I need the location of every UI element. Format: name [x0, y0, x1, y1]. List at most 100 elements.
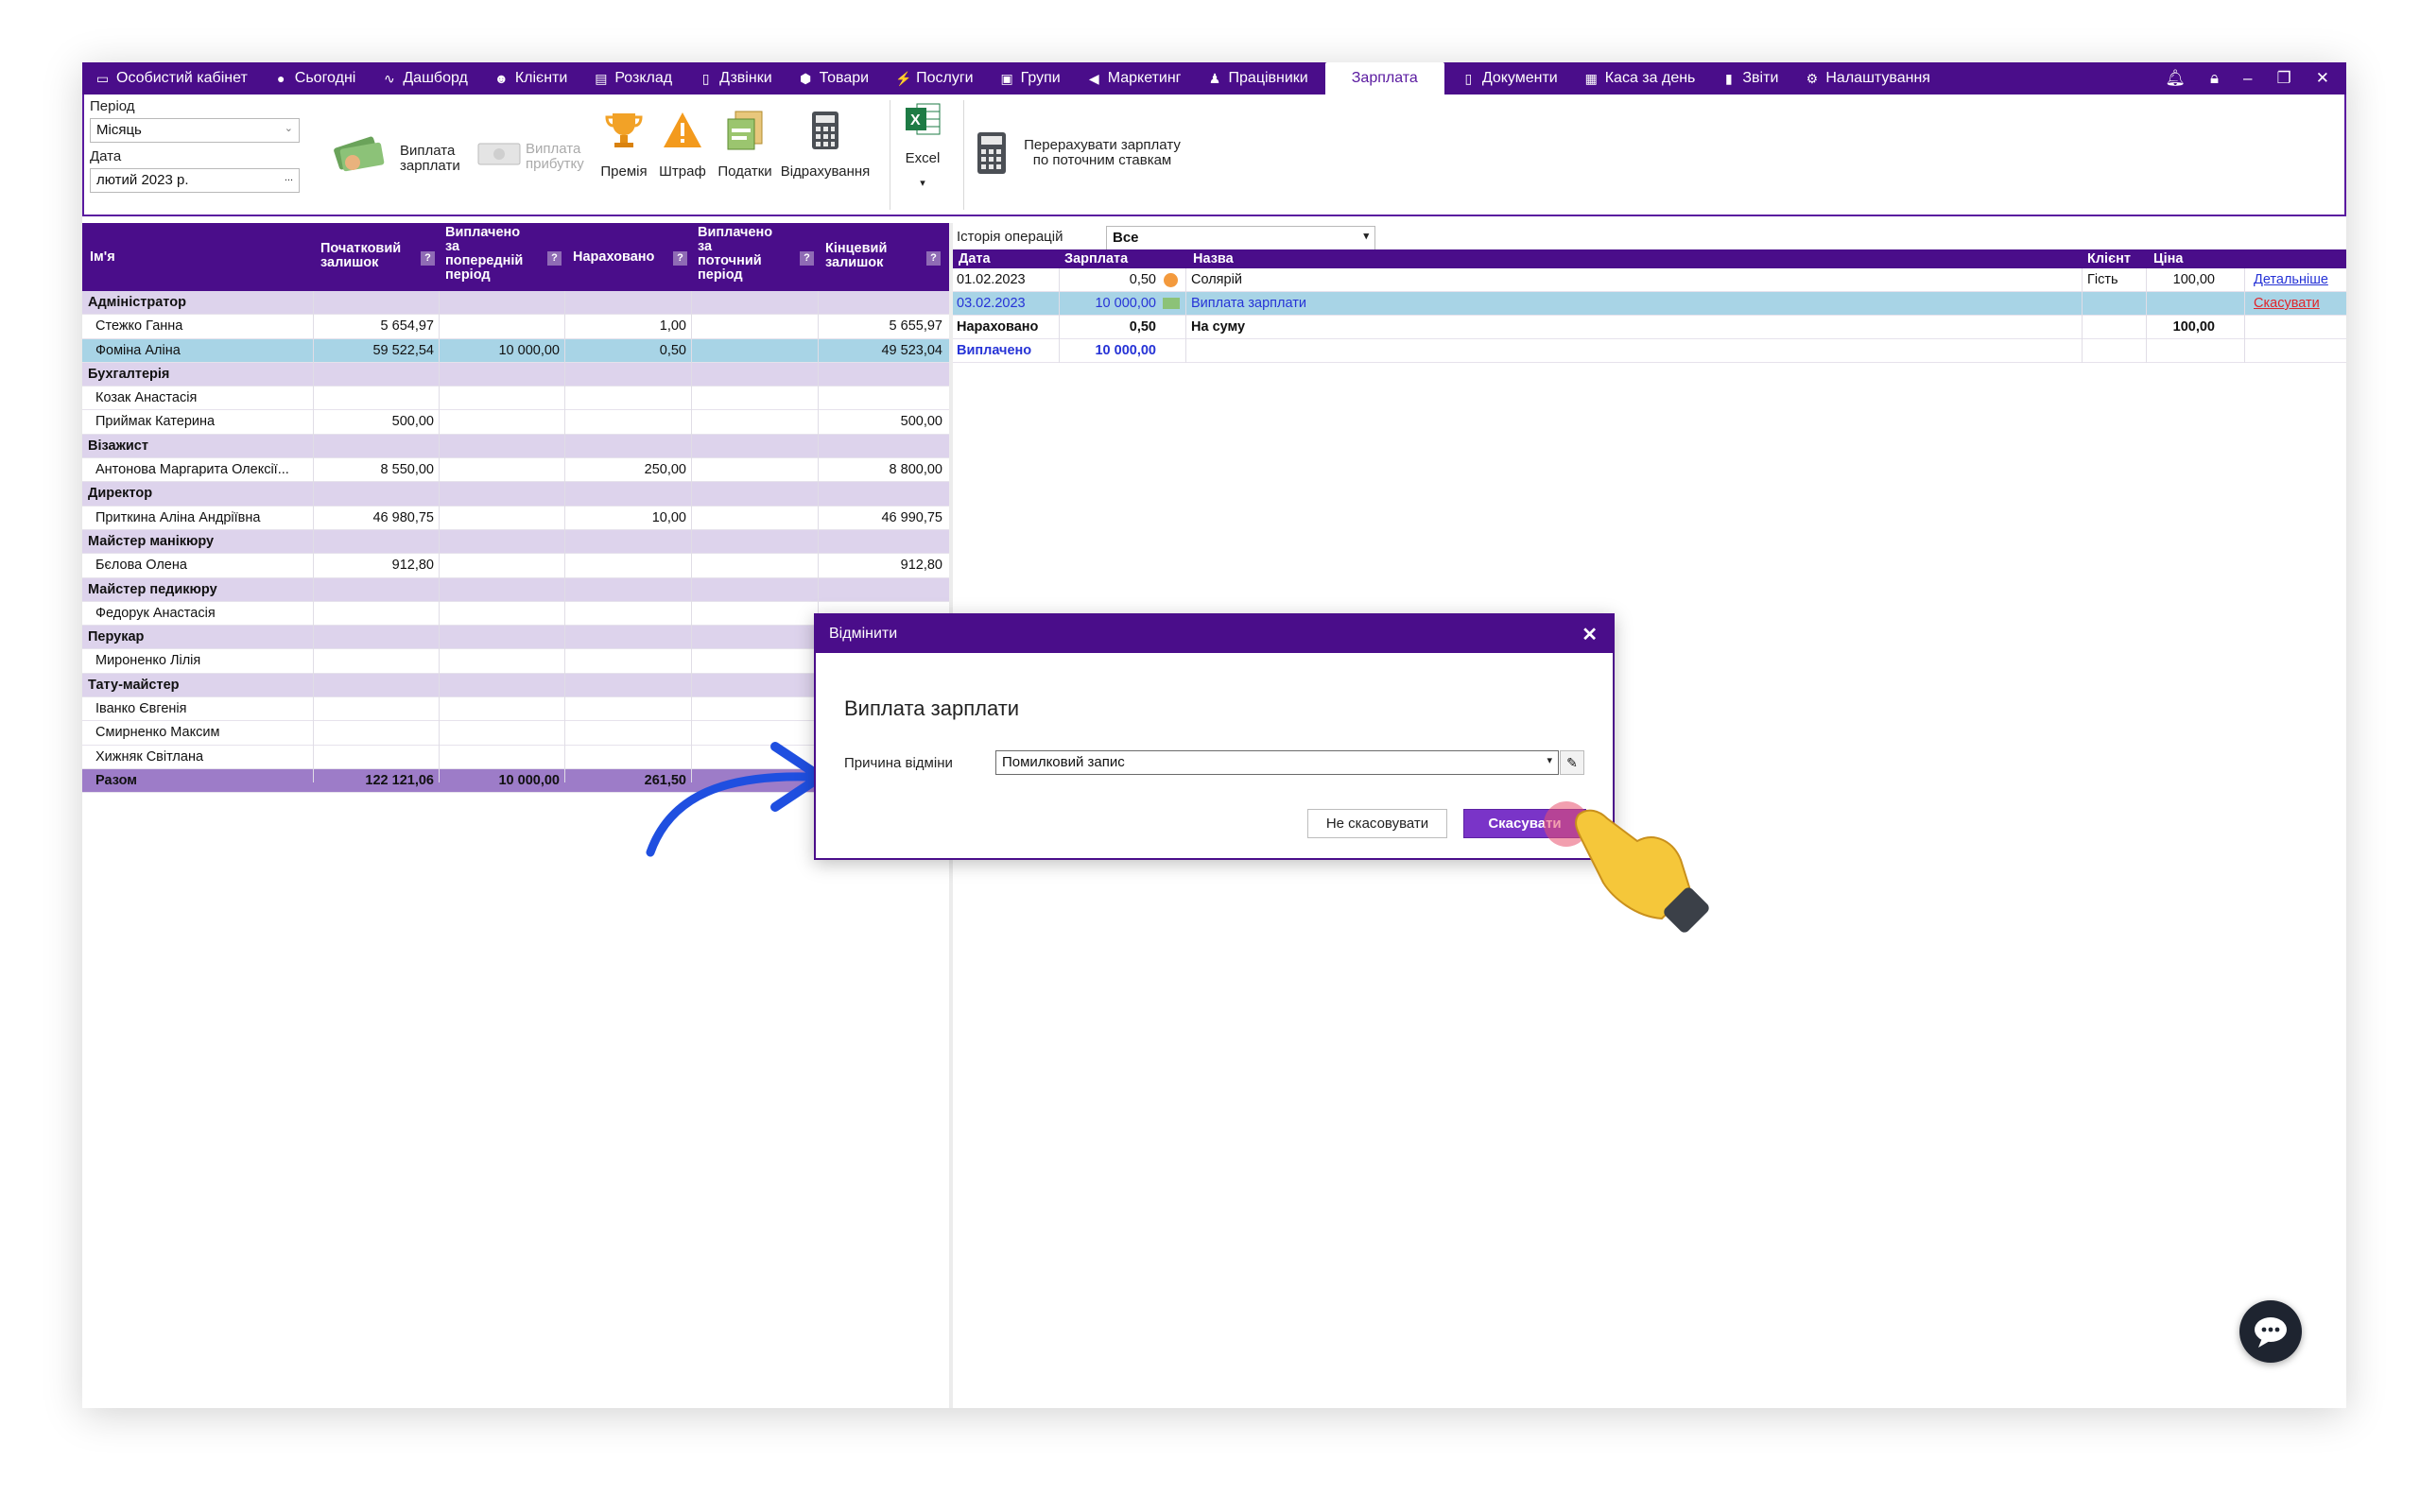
cell-opening: 122 121,06 — [365, 772, 434, 788]
calls-icon: ▯ — [701, 70, 710, 86]
cell-name: Директор — [88, 486, 153, 502]
cell-closing: 500,00 — [900, 414, 942, 430]
help-icon[interactable]: ? — [800, 251, 814, 266]
table-row[interactable]: Бєлова Олена 912,80 912,80 — [82, 554, 949, 578]
period-select[interactable]: Місяць ⌄ — [90, 118, 300, 143]
close-icon[interactable]: ✕ — [1582, 623, 1598, 646]
help-icon[interactable]: ? — [547, 251, 562, 266]
table-row[interactable]: Козак Анастасія — [82, 387, 949, 411]
cell-paid-prev: 10 000,00 — [498, 342, 560, 358]
tab-schedule[interactable]: ▤ Розклад — [580, 62, 685, 94]
bell-icon[interactable]: 🔔︎ — [2165, 69, 2186, 88]
no-cancel-button[interactable]: Не скасовувати — [1307, 809, 1447, 838]
calculator-icon — [977, 132, 1006, 174]
accrued-row: Нараховано 0,50 На суму 100,00 — [953, 316, 2346, 339]
cell-opening: 8 550,00 — [380, 462, 434, 478]
operation-row-selected[interactable]: 03.02.2023 10 000,00 Виплата зарплати Ск… — [953, 292, 2346, 316]
table-row[interactable]: Приткина Аліна Андріївна 46 980,75 10,00 46… — [82, 507, 949, 530]
coin-icon — [1164, 273, 1178, 287]
cell-name: Майстер педикюру — [88, 581, 217, 597]
cell-name: Козак Анастасія — [95, 390, 198, 406]
col-paid-current[interactable]: Виплачено за поточний період — [698, 226, 772, 283]
tab-staff[interactable]: ♟ Працівники — [1195, 62, 1322, 94]
tab-salary[interactable]: Зарплата — [1324, 62, 1444, 94]
cell-name: Візажист — [88, 438, 148, 454]
history-filter-select[interactable]: Все ▾ — [1106, 226, 1375, 250]
cell-opening: 46 980,75 — [372, 509, 434, 525]
cancel-payment-link[interactable]: Скасувати — [2254, 296, 2320, 311]
period-label: Період — [90, 98, 135, 114]
col-paid-prev[interactable]: Виплачено за попередній період — [445, 226, 523, 283]
table-row[interactable]: Стежко Ганна 5 654,97 1,00 5 655,97 — [82, 315, 949, 339]
tab-reports[interactable]: ▮ Звіти — [1708, 62, 1791, 94]
cell-name: Бухгалтерія — [88, 366, 170, 382]
calculator-icon — [812, 112, 838, 149]
bonus-button[interactable]: Премія — [597, 110, 650, 180]
tab-calls[interactable]: ▯ Дзвінки — [685, 62, 786, 94]
minimize-icon[interactable]: – — [2243, 69, 2252, 88]
chevron-down-icon: ⌄ — [284, 123, 293, 134]
tab-goods[interactable]: ⬢ Товари — [786, 62, 882, 94]
tab-cashbox[interactable]: ▦ Каса за день — [1571, 62, 1709, 94]
tab-dashboard[interactable]: ∿ Дашборд — [369, 62, 481, 94]
clients-icon: ☻ — [493, 70, 509, 86]
operation-row[interactable]: 01.02.2023 0,50 Солярій Гість 100,00 Дет… — [953, 268, 2346, 292]
cell-accrued: 0,50 — [659, 342, 686, 358]
help-icon[interactable]: ? — [673, 251, 687, 266]
tab-personal-cabinet[interactable]: ▭ Особистий кабінет — [82, 62, 261, 94]
details-link[interactable]: Детальніше — [2254, 272, 2328, 287]
banknote-icon — [477, 143, 521, 165]
reports-icon: ▮ — [1725, 70, 1733, 86]
cell-name: Приткина Аліна Андріївна — [95, 509, 261, 525]
table-row[interactable]: Антонова Маргарита Олексії... 8 550,00 250… — [82, 458, 949, 483]
col-opening[interactable]: Початковий залишок — [320, 242, 401, 270]
restore-icon[interactable]: ❐ — [2277, 69, 2291, 88]
cell-opening: 59 522,54 — [372, 342, 434, 358]
help-icon[interactable]: ? — [421, 251, 435, 266]
tab-groups[interactable]: ▣ Групи — [987, 62, 1074, 94]
chevron-down-icon: ▾ — [1363, 231, 1369, 242]
table-row[interactable]: Приймак Катерина 500,00 500,00 — [82, 410, 949, 435]
cell-name: Антонова Маргарита Олексії... — [95, 462, 289, 478]
schedule-icon: ▤ — [595, 70, 608, 86]
chat-button[interactable] — [2239, 1300, 2302, 1363]
taxes-button[interactable]: Податки — [714, 110, 776, 180]
tab-services[interactable]: ⚡ Послуги — [882, 62, 987, 94]
col-closing[interactable]: Кінцевий залишок — [825, 242, 887, 270]
cell-closing: 5 655,97 — [889, 318, 942, 335]
fine-button[interactable]: Штраф — [656, 110, 709, 180]
reason-select[interactable]: Помилковий запис ▾ — [995, 750, 1559, 775]
dashboard-icon: ∿ — [383, 70, 395, 86]
tab-settings[interactable]: ⚙ Налаштування — [1791, 62, 1944, 94]
arrow-icon — [646, 742, 825, 857]
col-accrued[interactable]: Нараховано — [573, 250, 654, 265]
excel-button[interactable]: X Excel ▾ — [897, 100, 948, 191]
group-row: Бухгалтерія — [82, 362, 949, 387]
chevron-down-icon[interactable]: ▾ — [897, 176, 948, 191]
cell-opening: 5 654,97 — [380, 318, 434, 335]
cell-opening: 500,00 — [391, 414, 434, 430]
cell-name: Фоміна Аліна — [95, 342, 181, 358]
staff-icon: ♟ — [1208, 70, 1221, 86]
tab-marketing[interactable]: ◀ Маркетинг — [1074, 62, 1195, 94]
tab-clients[interactable]: ☻ Клієнти — [481, 62, 580, 94]
cell-closing: 46 990,75 — [881, 509, 942, 525]
cancel-dialog: Відмінити ✕ Виплата зарплати Причина від… — [814, 613, 1615, 860]
col-name[interactable]: Ім'я — [90, 250, 115, 265]
cell-name: Федорук Анастасія — [95, 605, 216, 621]
goods-icon: ⬢ — [800, 70, 812, 86]
marketing-icon: ◀ — [1088, 70, 1099, 86]
cell-name: Майстер манікюру — [88, 533, 215, 549]
lock-icon[interactable]: 🔒︎ — [2210, 69, 2219, 88]
help-icon[interactable]: ? — [926, 251, 941, 266]
close-icon[interactable]: ✕ — [2316, 69, 2329, 88]
money-hand-icon — [334, 136, 385, 172]
tab-documents[interactable]: ▯ Документи — [1448, 62, 1571, 94]
pencil-icon[interactable]: ✎ — [1560, 750, 1584, 775]
cell-name: Смирненко Максим — [95, 725, 220, 741]
deductions-button[interactable]: Відрахування — [778, 110, 873, 180]
date-select[interactable]: лютий 2023 р.... — [90, 168, 300, 193]
cell-closing: 49 523,04 — [881, 342, 942, 358]
tab-today[interactable]: ● Сьогодні — [261, 62, 370, 94]
table-row[interactable]: Фоміна Аліна 59 522,54 10 000,00 0,50 49 523… — [82, 338, 949, 363]
